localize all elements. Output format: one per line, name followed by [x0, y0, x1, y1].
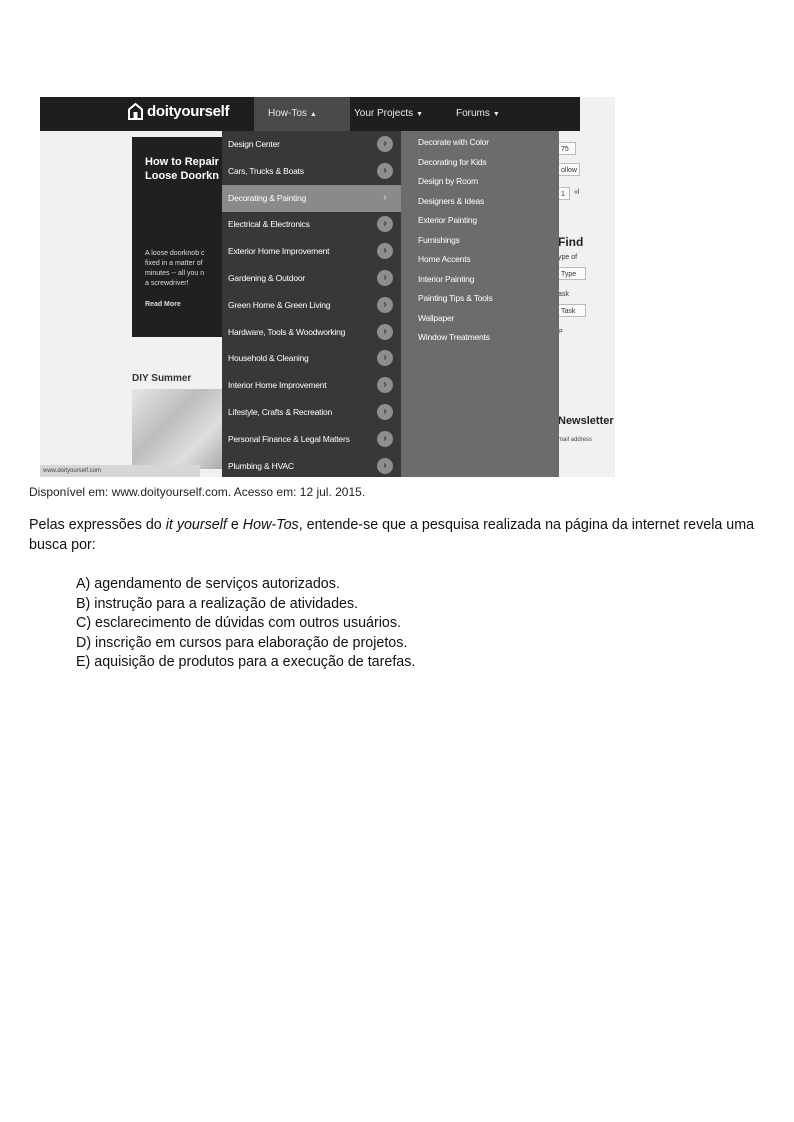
menu-item[interactable]: Plumbing & HVAC › [222, 453, 401, 477]
menu-item-label: Gardening & Outdoor [228, 273, 305, 283]
submenu-item[interactable]: Decorating for Kids [418, 157, 487, 167]
menu-item-label: Design Center [228, 139, 280, 149]
source-caption: Disponível em: www.doityourself.com. Ace… [29, 485, 366, 499]
read-more-link[interactable]: Read More [145, 301, 181, 308]
site-header: doityourself How-Tos ▲ Your Projects ▼ For… [40, 97, 580, 131]
chevron-right-icon: › [377, 430, 393, 447]
option-c[interactable]: C) esclarecimento de dúvidas com outros … [76, 614, 415, 634]
submenu-item[interactable]: Wallpaper [418, 313, 454, 323]
submenu-item[interactable]: Designers & Ideas [418, 196, 484, 206]
menu-item[interactable]: Gardening & Outdoor › [222, 265, 401, 292]
menu-item-label: Hardware, Tools & Woodworking [228, 326, 346, 337]
nav-your-projects[interactable]: Your Projects ▼ [340, 97, 437, 131]
chevron-right-icon: › [377, 296, 393, 313]
chevron-right-icon: › [377, 323, 393, 340]
option-d[interactable]: D) inscrição em cursos para elaboração d… [76, 634, 415, 654]
question-stem: Pelas expressões do it yourself e How-To… [29, 516, 759, 555]
type-select[interactable]: Type [558, 267, 586, 280]
task-select[interactable]: Task [558, 304, 586, 317]
section-image[interactable] [132, 389, 224, 469]
menu-item[interactable]: Green Home & Green Living › [222, 292, 401, 319]
submenu-item[interactable]: Interior Painting [418, 274, 474, 284]
chevron-right-icon: › [377, 243, 393, 260]
chevron-right-icon: › [377, 270, 393, 286]
count-badge: 75 [558, 142, 576, 155]
featured-article[interactable]: How to Repair Loose Doorkn A loose doork… [132, 137, 227, 337]
chevron-right-icon: › [377, 457, 393, 474]
submenu-item[interactable]: Exterior Painting [418, 215, 477, 225]
chevron-right-icon: › [383, 191, 387, 203]
find-type-label: ype of [558, 254, 578, 261]
answer-options: A) agendamento de serviços autorizados. … [76, 575, 415, 673]
stem-part1: Pelas expressões do [29, 517, 166, 533]
caret-up-icon: ▲ [309, 111, 317, 118]
menu-item[interactable]: Electrical & Electronics › [222, 211, 401, 238]
chevron-right-icon: › [377, 350, 393, 367]
nav-your-projects-label: Your Projects [354, 108, 414, 119]
chevron-right-icon: › [377, 404, 393, 420]
submenu-item[interactable]: Painting Tips & Tools [418, 293, 493, 303]
menu-item-label: Interior Home Improvement [228, 380, 327, 391]
menu-item[interactable]: Personal Finance & Legal Matters › [222, 426, 401, 453]
house-icon [128, 103, 143, 120]
chevron-right-icon: › [377, 377, 393, 394]
menu-item-label: Green Home & Green Living [228, 299, 331, 310]
logo-text: doityourself [147, 103, 230, 120]
site-logo[interactable]: doityourself [128, 103, 230, 120]
submenu-decorating: Decorate with Color Decorating for Kids De… [401, 131, 559, 477]
pager-text: «l [574, 189, 580, 196]
section-label: DIY Summer [132, 373, 192, 384]
menu-item[interactable]: Household & Cleaning › [222, 345, 401, 372]
menu-item-label: Exterior Home Improvement [228, 246, 330, 257]
nav-howtos-label: How-Tos [268, 108, 307, 119]
submenu-item[interactable]: Window Treatments [418, 332, 490, 342]
menu-item-label: Decorating & Painting [228, 192, 307, 203]
menu-item-label: Electrical & Electronics [228, 219, 310, 230]
menu-item[interactable]: Lifestyle, Crafts & Recreation › [222, 399, 401, 426]
nav-forums[interactable]: Forums ▼ [442, 97, 514, 131]
submenu-item[interactable]: Decorate with Color [418, 137, 489, 147]
find-heading: Find [558, 235, 584, 249]
menu-item-label: Household & Cleaning [228, 353, 309, 364]
url-watermark: www.doityourself.com [40, 465, 200, 477]
caret-down-icon: ▼ [492, 111, 500, 118]
menu-item-label: Cars, Trucks & Boats [228, 165, 304, 176]
stem-italic1: it yourself [165, 517, 227, 533]
menu-item[interactable]: Interior Home Improvement › [222, 372, 401, 399]
follow-button[interactable]: ollow [558, 163, 580, 176]
submenu-item[interactable]: Home Accents [418, 254, 471, 264]
email-field[interactable]: mail address [558, 437, 592, 443]
menu-item-label: Personal Finance & Legal Matters [228, 433, 350, 444]
menu-item-label: Plumbing & HVAC [228, 460, 294, 471]
menu-item[interactable]: Design Center › [222, 131, 401, 158]
newsletter-heading: Newsletter [558, 415, 614, 427]
nav-howtos[interactable]: How-Tos ▲ [254, 97, 350, 131]
menu-item-label: Lifestyle, Crafts & Recreation [228, 407, 333, 417]
stem-italic2: How-Tos [242, 517, 299, 533]
option-b[interactable]: B) instrução para a realização de ativid… [76, 595, 415, 615]
chevron-right-icon: › [377, 136, 393, 152]
menu-item[interactable]: Hardware, Tools & Woodworking › [222, 319, 401, 346]
menu-item[interactable]: Cars, Trucks & Boats › [222, 158, 401, 185]
howtos-dropdown: Design Center › Cars, Trucks & Boats › Decor… [222, 131, 401, 477]
option-a[interactable]: A) agendamento de serviços autorizados. [76, 575, 415, 595]
website-screenshot: doityourself How-Tos ▲ Your Projects ▼ For… [40, 97, 615, 477]
page-input[interactable]: 1 [558, 187, 570, 200]
chevron-right-icon: › [377, 216, 393, 233]
stem-part2: e [226, 517, 243, 533]
submenu-item[interactable]: Furnishings [418, 235, 460, 245]
menu-item[interactable]: Decorating & Painting › [222, 184, 401, 212]
find-task-label: ask [558, 291, 569, 298]
caret-down-icon: ▼ [416, 111, 424, 118]
menu-item[interactable]: Exterior Home Improvement › [222, 238, 401, 265]
submenu-item[interactable]: Design by Room [418, 176, 478, 186]
chevron-right-icon: › [377, 162, 393, 179]
nav-forums-label: Forums [456, 108, 490, 119]
option-e[interactable]: E) aquisição de produtos para a execução… [76, 653, 415, 673]
